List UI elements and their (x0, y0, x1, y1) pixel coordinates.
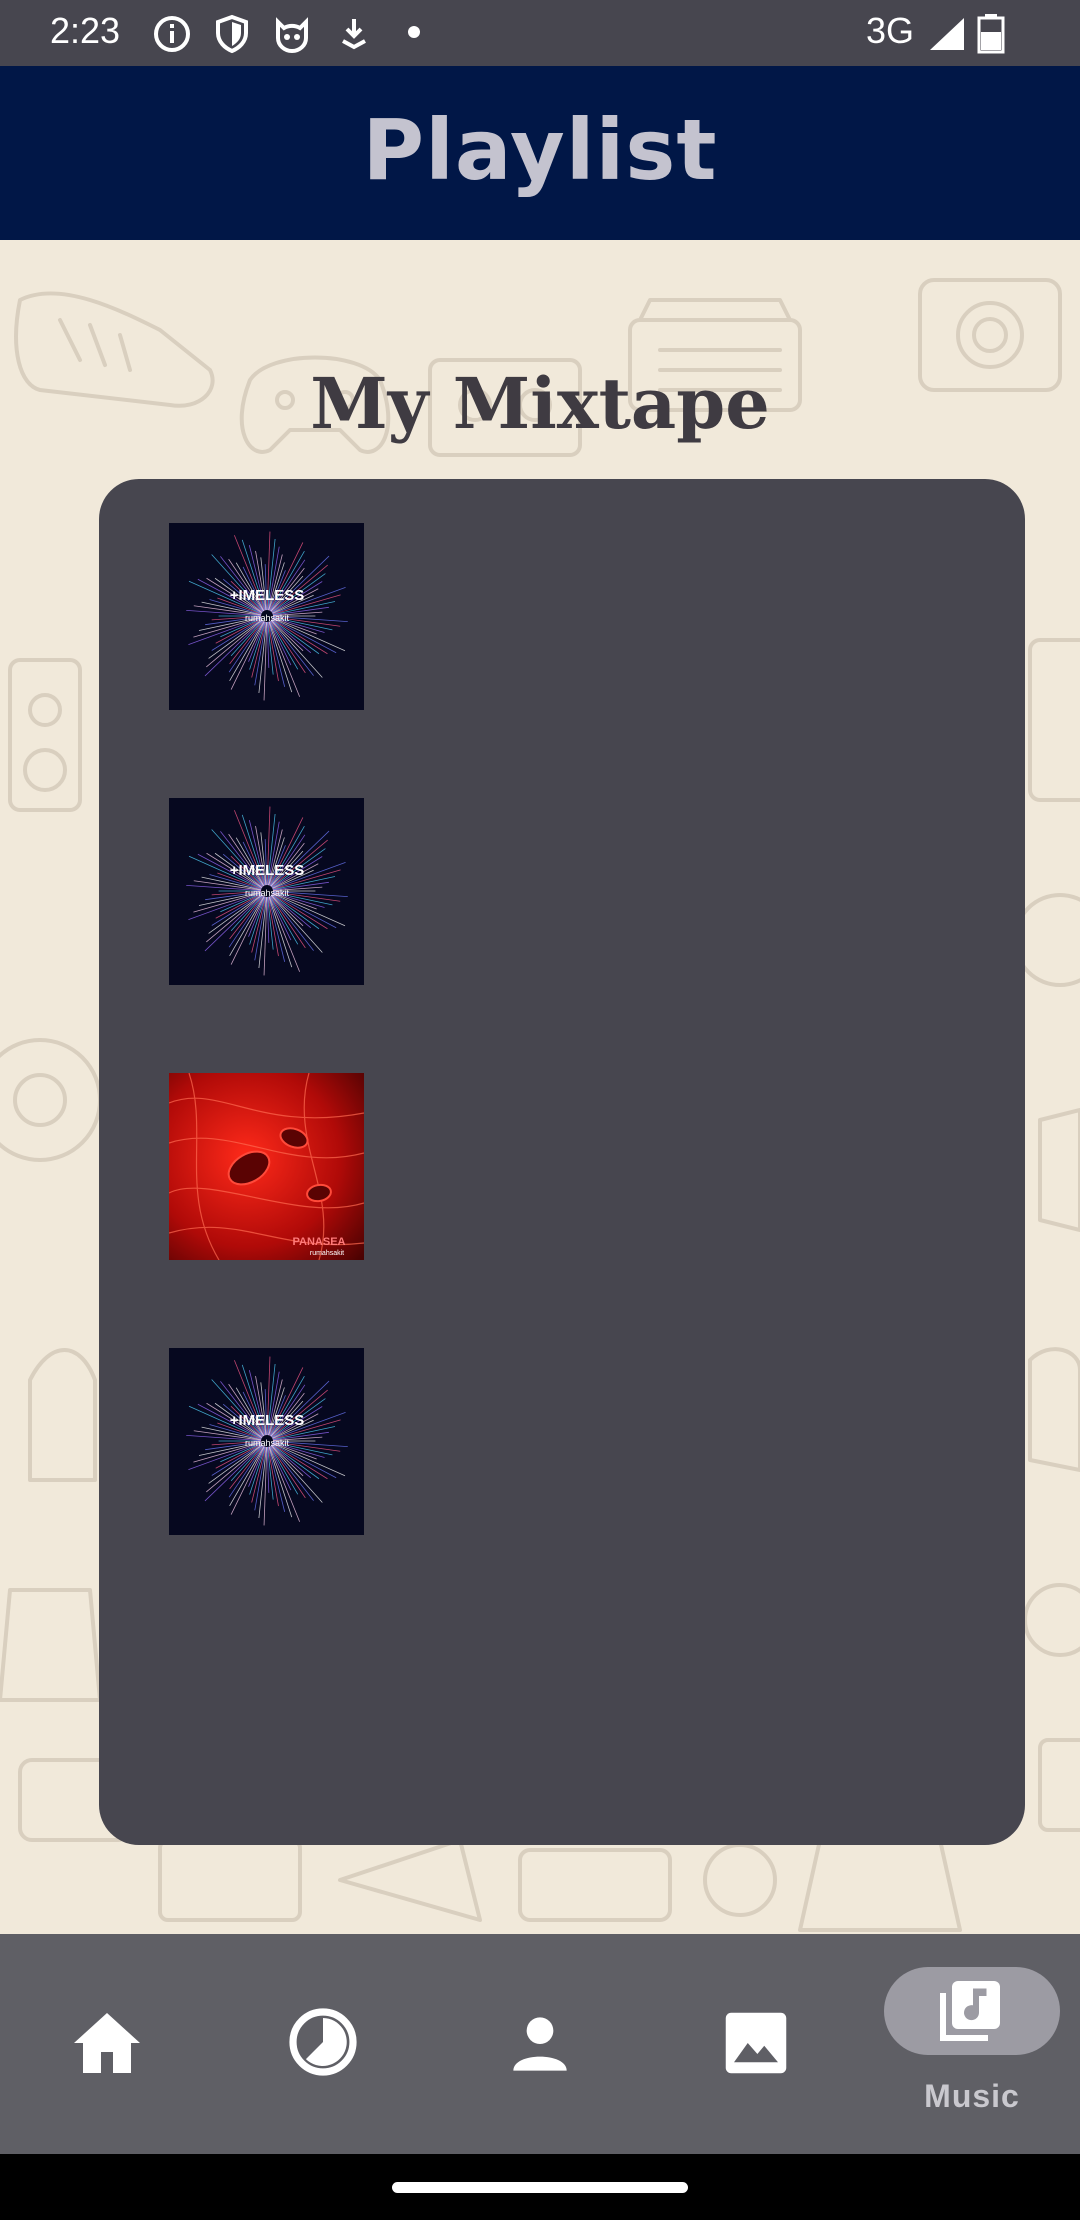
shield-icon (216, 14, 248, 54)
cat-face-icon (276, 17, 308, 53)
home-icon (74, 2013, 140, 2073)
playlist-title: My Mixtape (310, 362, 770, 445)
download-icon (342, 19, 366, 50)
image-icon (725, 2012, 787, 2074)
track-item[interactable]: +IMELESS rumahsakit (169, 1348, 364, 1535)
cover-artist: rumahsakit (245, 613, 290, 623)
dot-icon (408, 26, 420, 38)
nav-gallery[interactable] (666, 1934, 846, 2154)
cover-title: PANASEA (293, 1236, 346, 1248)
nav-music[interactable] (884, 1967, 1060, 2055)
track-item[interactable]: PANASEA rumahsakit (169, 1073, 364, 1260)
nav-history[interactable] (233, 1934, 413, 2154)
nav-home[interactable] (17, 1934, 197, 2154)
cover-title: +IMELESS (230, 587, 305, 604)
playlist-card: +IMELESS rumahsakit +IMELESS rumahsakit (99, 479, 1025, 1845)
signal-icon (930, 18, 964, 50)
cover-artist: rumahsakit (245, 1438, 290, 1448)
status-time: 2:23 (50, 10, 121, 51)
album-cover-timeless: +IMELESS rumahsakit (169, 1348, 364, 1535)
battery-icon (977, 14, 1005, 54)
history-icon (289, 2008, 357, 2076)
album-cover-timeless: +IMELESS rumahsakit (169, 798, 364, 985)
cover-artist: rumahsakit (245, 888, 290, 898)
album-cover-timeless: +IMELESS rumahsakit (169, 523, 364, 710)
app-header: Playlist (0, 66, 1080, 240)
nav-music-label[interactable]: Music (884, 2078, 1060, 2115)
track-item[interactable]: +IMELESS rumahsakit (169, 798, 364, 985)
nav-profile[interactable] (450, 1934, 630, 2154)
music-library-icon (940, 1981, 1000, 2041)
home-gesture-handle[interactable] (392, 2182, 688, 2193)
track-item[interactable]: +IMELESS rumahsakit (169, 523, 364, 710)
cover-artist: rumahsakit (310, 1250, 344, 1257)
album-cover-panasea: PANASEA rumahsakit (169, 1073, 364, 1260)
page-title: Playlist (362, 101, 718, 199)
cover-title: +IMELESS (230, 1412, 305, 1429)
person-icon (513, 2017, 567, 2071)
status-bar: 2:23 3G (0, 0, 1080, 66)
info-icon (154, 16, 190, 52)
cover-title: +IMELESS (230, 862, 305, 879)
network-type: 3G (866, 10, 915, 51)
